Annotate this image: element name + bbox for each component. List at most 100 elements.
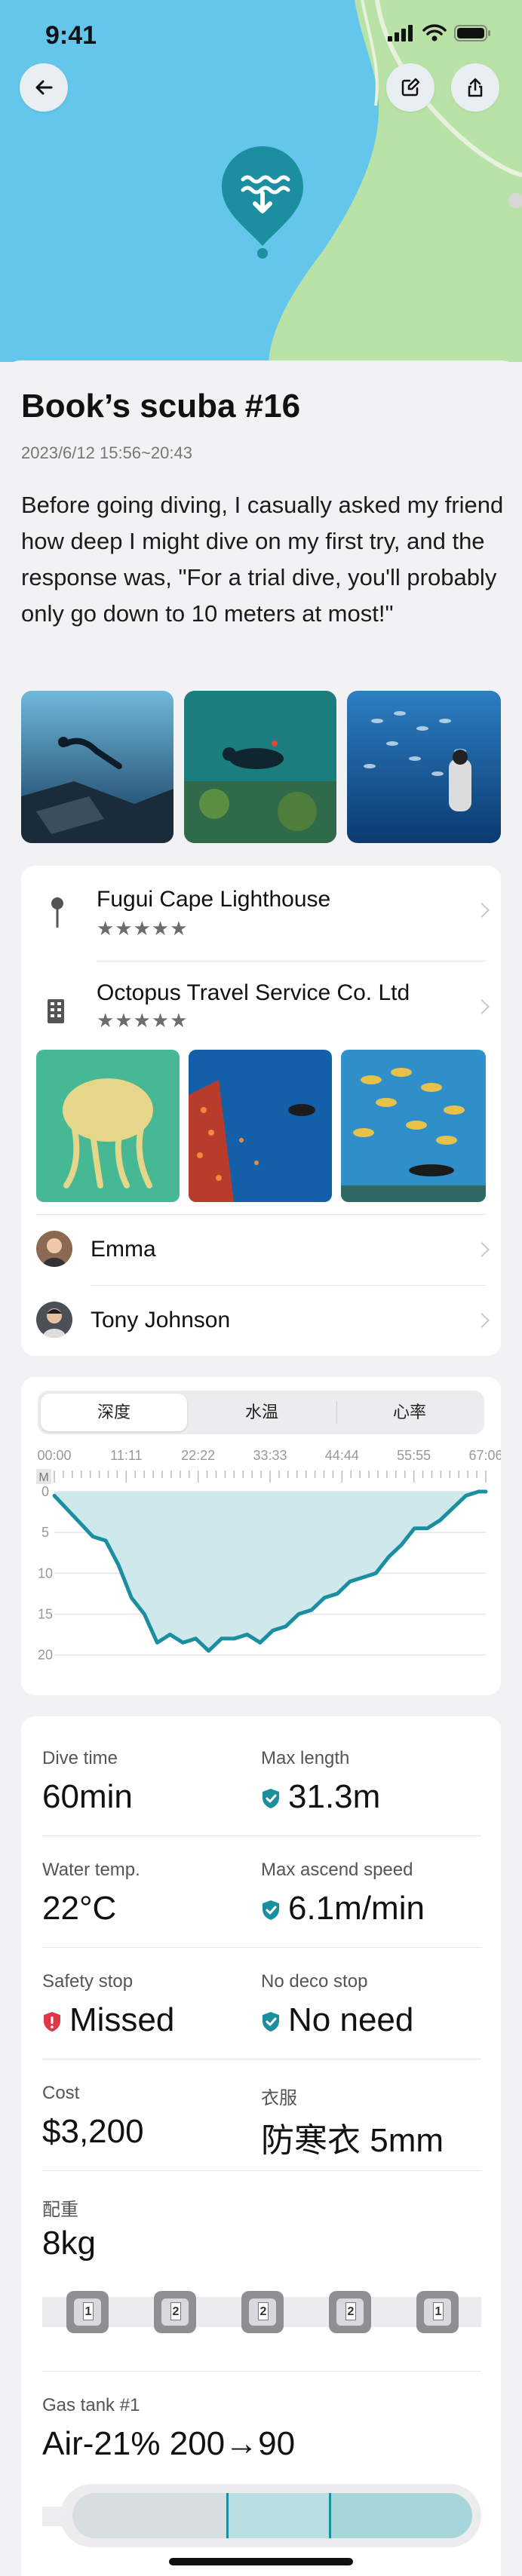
gas-tank-value: Air-21% 200→90 <box>42 2425 296 2462</box>
edit-button[interactable] <box>386 63 434 112</box>
time-tick-label: 11:11 <box>110 1448 142 1463</box>
shield-check-icon <box>263 1900 279 1920</box>
chevron-right-icon <box>474 1242 490 1257</box>
time-tick-label: 33:33 <box>253 1448 287 1463</box>
time-tick-label: 67:06 <box>468 1448 501 1463</box>
weight-block-label: 2 <box>345 2302 356 2320</box>
coral-photo <box>189 1050 332 1202</box>
max-length-value: 31.3m <box>288 1778 381 1815</box>
dive-shop-name: Octopus Travel Service Co. Ltd <box>97 980 410 1005</box>
shop-photo-1[interactable] <box>36 1050 180 1202</box>
dive-description: Before going diving, I casually asked my… <box>21 492 504 627</box>
gas-tank-graphic <box>42 2484 481 2547</box>
weight-label: 配重 <box>42 2200 78 2220</box>
profile-tabs: 深度 水温 心率 <box>38 1391 484 1434</box>
page-title: Book’s scuba #16 <box>21 388 301 425</box>
max-ascend-label: Max ascend speed <box>261 1860 413 1880</box>
status-time: 9:41 <box>45 21 97 50</box>
chevron-right-icon <box>474 903 490 918</box>
weight-block-label: 2 <box>170 2302 181 2320</box>
safety-stop-label: Safety stop <box>42 1971 134 1992</box>
diver-reef-photo <box>184 691 336 843</box>
divider <box>42 2170 481 2171</box>
max-ascend-value: 6.1m/min <box>288 1890 425 1927</box>
stats-card: Dive time 60min Max length 31.3m Water t… <box>21 1716 501 2576</box>
end-pressure-marker <box>329 2493 331 2538</box>
photo-3[interactable] <box>347 691 501 843</box>
gas-tank-label: Gas tank #1 <box>42 2395 140 2415</box>
water-temp-value: 22°C <box>42 1890 117 1927</box>
shield-alert-icon <box>44 2012 60 2032</box>
cost-label: Cost <box>42 2083 80 2103</box>
safety-stop-value: Missed <box>69 2001 175 2038</box>
photo-2[interactable] <box>184 691 336 843</box>
fish-photo <box>341 1050 486 1202</box>
clothes-label: 衣服 <box>261 2088 297 2108</box>
weight-block: 2 <box>241 2291 284 2333</box>
depth-chart[interactable]: 00:00 11:11 22:22 33:33 44:44 55:55 67:06 M0 5 10… <box>21 1443 501 1692</box>
weight-block: 2 <box>154 2291 196 2333</box>
share-button[interactable] <box>451 63 499 112</box>
divider <box>42 2371 481 2372</box>
depth-tick-label: 15 <box>38 1606 53 1621</box>
weight-block-label: 1 <box>433 2302 444 2320</box>
dive-date: 2023/6/12 15:56~20:43 <box>21 443 192 462</box>
shop-photo-3[interactable] <box>341 1050 486 1202</box>
status-icons <box>388 24 492 42</box>
divider <box>42 1947 481 1948</box>
status-bar: 9:41 <box>0 0 522 69</box>
dive-site-name: Fugui Cape Lighthouse <box>97 887 331 912</box>
wifi-icon <box>422 24 447 41</box>
battery-icon <box>454 25 490 41</box>
dive-shop-row[interactable]: Octopus Travel Service Co. Ltd ★★★★★ <box>21 961 501 1056</box>
buddy-name: Emma <box>91 1237 156 1262</box>
dive-site-row[interactable]: Fugui Cape Lighthouse ★★★★★ <box>21 866 501 961</box>
dive-time-value: 60min <box>42 1778 133 1815</box>
dive-site-rating: ★★★★★ <box>97 917 189 940</box>
photo-1[interactable] <box>21 691 173 843</box>
depth-tick-label: 0 <box>41 1484 49 1499</box>
no-deco-value: No need <box>288 2001 414 2038</box>
back-button[interactable] <box>20 63 68 112</box>
tab-depth[interactable]: 深度 <box>41 1394 187 1431</box>
signal-icon <box>388 25 413 41</box>
depth-tick-label: 10 <box>38 1566 53 1581</box>
dive-time-label: Dive time <box>42 1748 118 1768</box>
tank-end-pressure <box>329 2493 472 2538</box>
weight-block-label: 2 <box>258 2302 269 2320</box>
chevron-right-icon <box>474 1313 490 1328</box>
fish-school-photo <box>347 691 501 843</box>
chevron-right-icon <box>474 999 490 1014</box>
dive-site-pin-icon[interactable] <box>217 142 308 259</box>
wreck-photo <box>21 691 173 843</box>
weight-block-label: 1 <box>83 2302 94 2320</box>
weight-block: 2 <box>329 2291 371 2333</box>
buddy-row-1[interactable]: Emma <box>21 1214 501 1285</box>
shield-check-icon <box>263 1789 279 1808</box>
weight-block: 1 <box>66 2291 109 2333</box>
pin-icon <box>51 897 63 928</box>
max-length-label: Max length <box>261 1748 350 1768</box>
time-tick-label: 00:00 <box>37 1448 71 1463</box>
unit-label: M <box>38 1471 48 1484</box>
time-tick-label: 22:22 <box>181 1448 215 1463</box>
arrow-left-icon <box>35 80 53 95</box>
buddy-row-2[interactable]: Tony Johnson <box>21 1285 501 1356</box>
jellyfish-photo <box>36 1050 180 1202</box>
dive-profile-card: 深度 水温 心率 00:00 11:11 22:22 33:33 44:44 55:55 6… <box>21 1377 501 1695</box>
divider <box>42 1835 481 1836</box>
water-temp-label: Water temp. <box>42 1860 140 1880</box>
tab-water-temp[interactable]: 水温 <box>189 1394 335 1431</box>
cost-value: $3,200 <box>42 2113 144 2150</box>
home-indicator <box>169 2558 353 2565</box>
weight-block: 1 <box>416 2291 459 2333</box>
start-pressure-marker <box>226 2493 229 2538</box>
share-icon <box>468 78 483 97</box>
time-tick-label: 44:44 <box>325 1448 359 1463</box>
shop-photo-2[interactable] <box>189 1050 332 1202</box>
edit-icon <box>401 78 420 97</box>
tab-heart-rate[interactable]: 心率 <box>336 1394 483 1431</box>
shield-check-icon <box>263 2012 279 2032</box>
avatar <box>36 1302 72 1338</box>
dive-shop-rating: ★★★★★ <box>97 1009 189 1032</box>
